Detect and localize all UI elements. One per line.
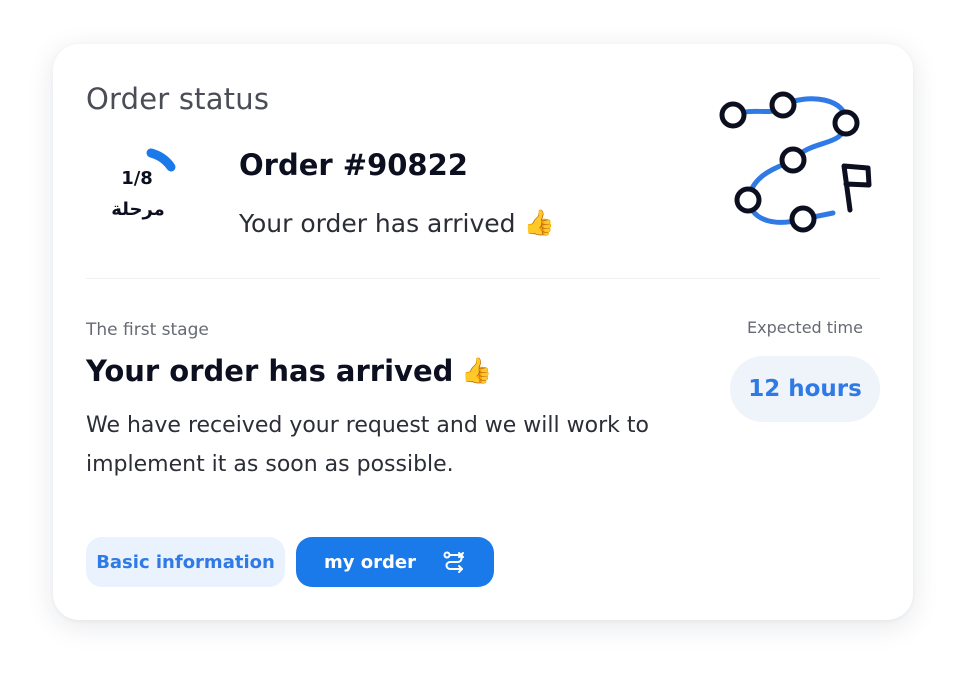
order-message: Your order has arrived 👍 [239,208,555,238]
section-divider [86,278,880,279]
stage-counter: 1/8 [121,168,153,189]
stage-progress-arc [146,148,176,172]
stage-description: We have received your request and we wil… [86,413,649,477]
thumbs-up-icon: 👍 [461,356,493,385]
card-title: Order status [86,82,270,116]
route-map-icon [719,91,872,233]
order-number: Order #90822 [239,148,468,182]
expected-time-label: Expected time [747,318,863,337]
stage-word: مرحلة [111,199,165,220]
thumbs-up-icon: 👍 [523,208,555,237]
route-icon [443,551,464,573]
stage-title-text: Your order has arrived [86,354,454,388]
order-status-card: Order status 1/8 مرحلة Order #90822 Your… [53,44,913,620]
my-order-label: my order [324,551,416,573]
stage-title: Your order has arrived 👍 [86,354,493,388]
my-order-button[interactable]: my order [296,537,494,587]
basic-information-button[interactable]: Basic information [86,537,285,587]
expected-time-badge: 12 hours [730,356,880,422]
order-message-text: Your order has arrived [239,208,516,238]
stage-label: The first stage [86,320,209,340]
